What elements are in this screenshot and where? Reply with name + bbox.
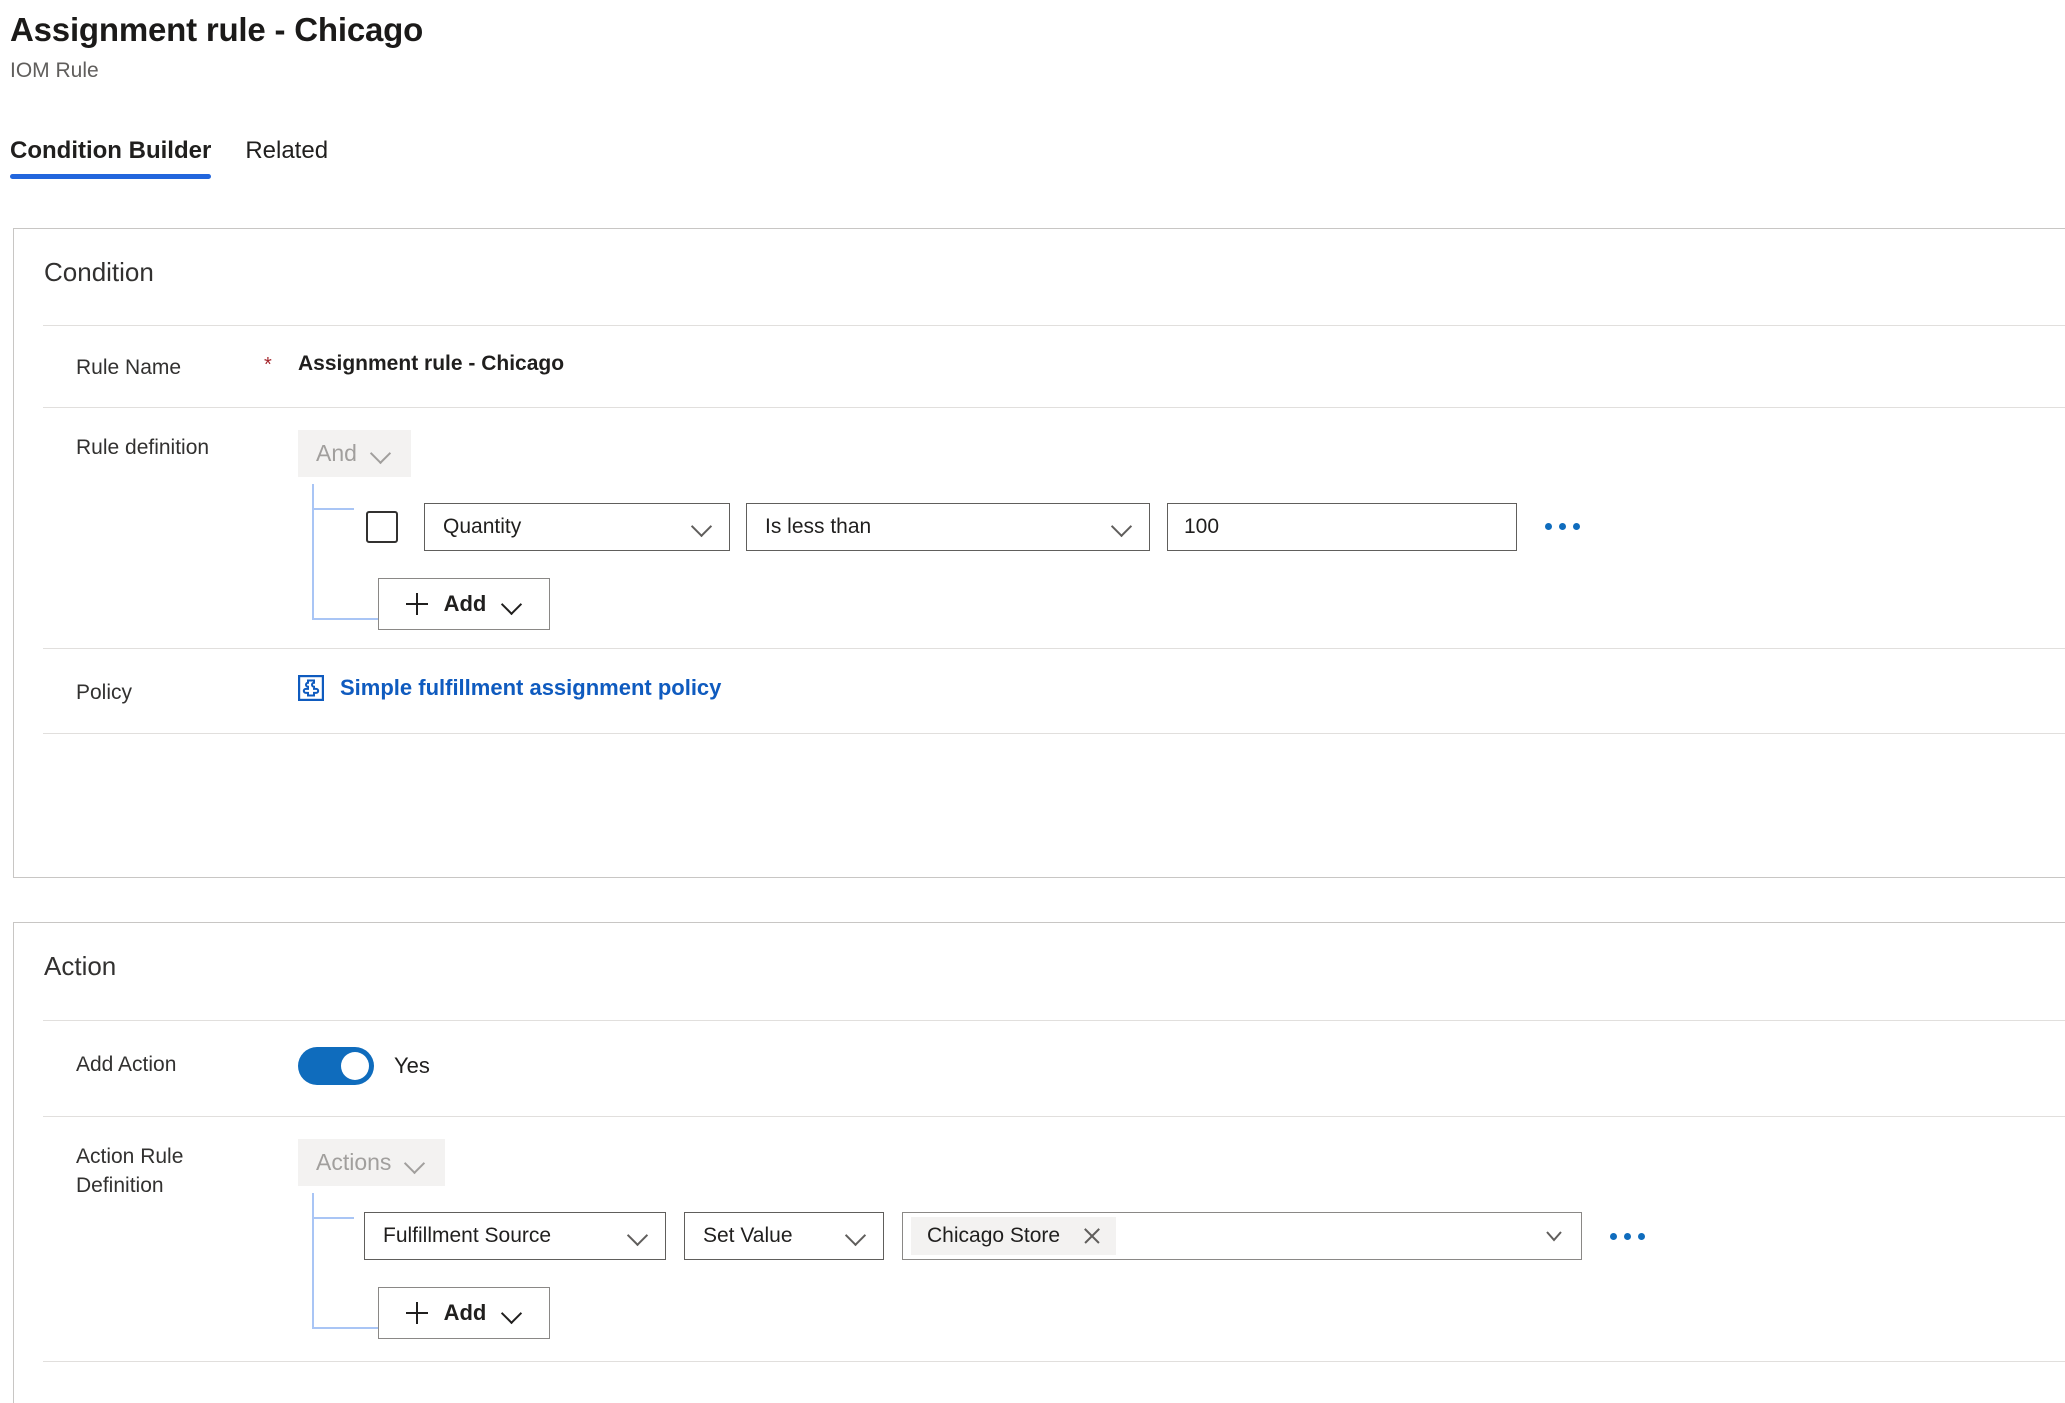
action-expression-row: Fulfillment Source Set Value Chicago Sto… (298, 1212, 2065, 1261)
action-rule-definition-label-line2: Definition (76, 1173, 164, 1197)
action-rule-definition-row: Action Rule Definition Actions Fulfillme… (14, 1117, 2065, 1340)
condition-field-dropdown[interactable]: Quantity (424, 502, 730, 551)
chevron-down-icon (371, 443, 391, 463)
toggle-knob (341, 1052, 369, 1081)
add-action-value-wrap: Yes (298, 1047, 2065, 1090)
action-add-button[interactable]: Add (378, 1287, 550, 1340)
add-action-label: Add Action (76, 1053, 177, 1077)
add-action-spacer (264, 1047, 298, 1051)
tree-branch-line (312, 617, 378, 620)
rule-name-value[interactable]: Assignment rule - Chicago (298, 350, 2065, 377)
chevron-down-icon (691, 516, 713, 538)
policy-row: Policy Simple fulfillment assignment pol… (14, 649, 2065, 733)
action-add-button-wrap: Add (298, 1287, 2065, 1340)
action-rule-definition-label: Action Rule Definition (14, 1139, 264, 1200)
condition-section-heading: Condition (44, 257, 154, 287)
condition-value-input[interactable]: 100 (1167, 502, 1517, 551)
rule-definition-label: Rule definition (76, 435, 210, 459)
add-action-row: Add Action Yes (14, 1021, 2065, 1116)
action-rule-definition-spacer (264, 1139, 298, 1143)
condition-field-value: Quantity (443, 514, 522, 538)
tree-trunk-line (312, 1193, 314, 1330)
tree-branch-line (312, 1217, 354, 1220)
action-add-button-label: Add (443, 1300, 487, 1326)
ellipsis-dot-icon (1610, 1232, 1617, 1240)
action-field-dropdown[interactable]: Fulfillment Source (364, 1212, 666, 1261)
rule-name-row: Rule Name * Assignment rule - Chicago (14, 326, 2065, 406)
tab-condition-builder[interactable]: Condition Builder (10, 138, 212, 180)
assignment-rule-page: Assignment rule - Chicago IOM Rule Condi… (0, 0, 2065, 1403)
action-section-heading: Action (44, 951, 117, 981)
condition-operator-dropdown[interactable]: Is less than (746, 502, 1150, 551)
condition-operator-value: Is less than (765, 514, 872, 538)
action-row-overflow-menu[interactable] (1606, 1225, 1649, 1248)
condition-expression-row: Quantity Is less than 100 (298, 502, 2065, 551)
action-rule-builder: Actions Fulfillment Source Set Value Chi… (298, 1139, 2065, 1340)
chevron-down-icon (627, 1225, 649, 1247)
page-subtitle: IOM Rule (10, 58, 99, 82)
chevron-down-icon (1543, 1225, 1565, 1247)
plus-icon (405, 1302, 428, 1325)
condition-card: Condition Rule Name * Assignment rule - … (13, 228, 2065, 878)
plus-icon (405, 592, 428, 615)
tree-trunk-line (312, 483, 314, 620)
ellipsis-dot-icon (1559, 523, 1566, 531)
policy-puzzle-icon (297, 674, 325, 701)
divider (43, 732, 2065, 734)
ellipsis-dot-icon (1638, 1232, 1645, 1240)
required-asterisk: * (264, 354, 272, 377)
condition-add-button-wrap: Add (298, 577, 2065, 630)
action-rule-definition-label-line1: Action Rule (76, 1145, 184, 1169)
action-operator-value: Set Value (703, 1224, 793, 1248)
chevron-down-icon (405, 1153, 425, 1173)
rule-name-label: Rule Name (76, 356, 182, 380)
tab-bar: Condition Builder Related (0, 123, 2065, 180)
action-value-multiselect[interactable]: Chicago Store (902, 1212, 1582, 1261)
page-title: Assignment rule - Chicago (10, 11, 424, 48)
group-operator-and[interactable]: And (298, 429, 411, 477)
policy-value-wrap: Simple fulfillment assignment policy (297, 674, 2065, 706)
group-operator-label: Actions (316, 1149, 392, 1176)
condition-row-overflow-menu[interactable] (1541, 515, 1584, 538)
condition-row-checkbox[interactable] (366, 510, 398, 543)
policy-link[interactable]: Simple fulfillment assignment policy (297, 674, 722, 701)
ellipsis-dot-icon (1624, 1232, 1631, 1240)
ellipsis-dot-icon (1545, 523, 1552, 531)
policy-label: Policy (76, 680, 133, 704)
group-operator-actions[interactable]: Actions (298, 1139, 446, 1187)
condition-add-button-label: Add (443, 590, 487, 616)
tree-branch-line (312, 507, 354, 510)
group-operator-label: And (316, 439, 357, 466)
policy-spacer (264, 675, 298, 679)
rule-definition-row: Rule definition And Quantity Is less tha… (14, 408, 2065, 648)
tree-branch-line (312, 1327, 378, 1330)
action-field-value: Fulfillment Source (383, 1224, 552, 1248)
chevron-down-icon (1111, 516, 1133, 538)
divider (43, 1361, 2065, 1363)
chevron-down-icon (845, 1225, 867, 1247)
condition-add-button[interactable]: Add (378, 577, 550, 630)
policy-link-text: Simple fulfillment assignment policy (340, 674, 722, 700)
chevron-down-icon (502, 1303, 522, 1323)
add-action-toggle-state: Yes (394, 1053, 430, 1079)
add-action-toggle-wrap: Yes (298, 1047, 430, 1086)
chevron-down-icon (502, 594, 522, 614)
action-operator-dropdown[interactable]: Set Value (684, 1212, 884, 1261)
rule-definition-builder: And Quantity Is less than 100 Add (298, 429, 2065, 630)
add-action-toggle[interactable] (298, 1047, 374, 1086)
condition-value-text: 100 (1184, 514, 1220, 538)
ellipsis-dot-icon (1573, 523, 1580, 531)
rule-definition-spacer (264, 430, 298, 434)
action-card: Action Add Action Yes Action Rule Defini… (13, 922, 2065, 1403)
action-value-tag[interactable]: Chicago Store (911, 1217, 1117, 1256)
page-header: Assignment rule - Chicago IOM Rule (0, 0, 2065, 83)
rule-name-value-wrap: Assignment rule - Chicago (298, 350, 2065, 377)
tab-related[interactable]: Related (245, 138, 328, 178)
close-icon[interactable] (1082, 1226, 1102, 1246)
action-value-tag-label: Chicago Store (927, 1224, 1061, 1248)
